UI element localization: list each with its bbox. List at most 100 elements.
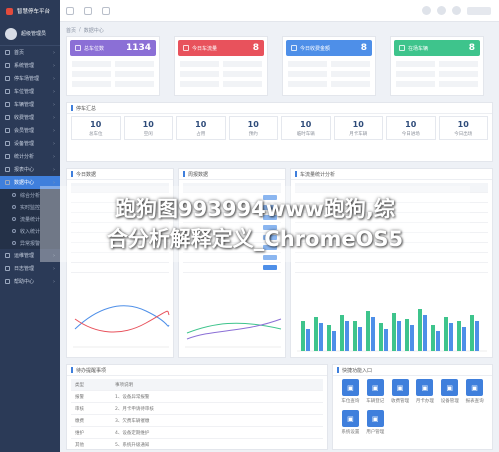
menu-icon <box>5 180 10 185</box>
table-row[interactable]: 缴费 3、欠费车辆催缴 <box>71 415 323 427</box>
quick-action-button[interactable]: ▣ 车位查询 <box>341 379 360 404</box>
table-row[interactable] <box>183 263 281 273</box>
chart-bar <box>431 325 435 351</box>
sidebar-item-label: 运维管理 <box>14 253 35 259</box>
sidebar-item[interactable]: 停车场管理 › <box>0 72 60 85</box>
summary-value: 10 <box>247 119 259 129</box>
table-row[interactable]: 其他 5、系统升级通知 <box>71 439 323 451</box>
stat-detail-line <box>288 81 327 87</box>
summary-cell[interactable]: 10 今日进场 <box>386 116 436 140</box>
summary-cell[interactable]: 10 总车位 <box>71 116 121 140</box>
quick-action-button[interactable]: ▣ 收费管理 <box>391 379 410 404</box>
summary-value: 10 <box>352 119 364 129</box>
chart-bar <box>457 321 461 351</box>
car-icon <box>399 45 405 51</box>
quick-action-label: 车辆登记 <box>366 399 385 404</box>
chart-bar <box>397 321 401 351</box>
stat-detail-line <box>331 71 370 77</box>
quick-action-button[interactable]: ▣ 车辆登记 <box>366 379 385 404</box>
bell-icon[interactable] <box>437 6 446 15</box>
chart-bar <box>332 331 336 351</box>
stat-card[interactable]: 总车位数 1134 <box>66 36 160 96</box>
shortcut-icon: ▣ <box>366 379 384 396</box>
fullscreen-icon[interactable] <box>452 6 461 15</box>
quick-action-label: 系统设置 <box>341 430 360 435</box>
chevron-right-icon: › <box>53 140 55 147</box>
quick-action-button[interactable]: ▣ 月卡办理 <box>416 379 435 404</box>
quick-action-button[interactable]: ▣ 报表查询 <box>465 379 484 404</box>
menu-toggle-icon[interactable] <box>66 7 74 15</box>
sidebar-item[interactable]: 设备管理 › <box>0 137 60 150</box>
search-icon[interactable] <box>422 6 431 15</box>
quick-action-label: 设备管理 <box>440 399 459 404</box>
sidebar-item[interactable]: 车辆管理 › <box>0 98 60 111</box>
sidebar-item[interactable]: 报表中心 › <box>0 163 60 176</box>
sidebar-item[interactable]: 日志管理 › <box>0 262 60 275</box>
user-profile[interactable]: 超级管理员 <box>0 22 60 46</box>
summary-cell[interactable]: 10 临时车辆 <box>281 116 331 140</box>
chart-bar <box>314 317 318 351</box>
chart-bar <box>449 323 453 351</box>
menu-icon <box>5 76 10 81</box>
shortcut-icon: ▣ <box>416 379 434 396</box>
quick-action-button[interactable]: ▣ 设备管理 <box>440 379 459 404</box>
sidebar-subitem-label: 收入统计 <box>20 228 41 235</box>
stat-detail-line <box>439 81 478 87</box>
sidebar-item-label: 统计分析 <box>14 154 35 160</box>
summary-label: 总车位 <box>89 131 103 137</box>
chevron-right-icon: › <box>53 153 55 160</box>
chart-bar <box>405 319 409 351</box>
summary-label: 预约 <box>248 131 258 137</box>
breadcrumb-item[interactable]: 首页 <box>66 27 76 34</box>
stat-detail-line <box>115 61 154 67</box>
stat-value: 8 <box>360 43 367 53</box>
breadcrumb-item[interactable]: 数据中心 <box>84 27 104 34</box>
sidebar-item[interactable]: 车位管理 › <box>0 85 60 98</box>
quick-action-button[interactable]: ▣ 用户管理 <box>366 410 385 435</box>
table-row[interactable] <box>71 263 169 273</box>
sidebar-item[interactable]: 帮助中心 › <box>0 275 60 288</box>
sidebar-item-label: 数据中心 <box>14 180 35 186</box>
todo-text: 4、设备定期维护 <box>115 430 150 436</box>
table-row[interactable]: 报警 1、设备异常报警 <box>71 391 323 403</box>
quick-action-button[interactable]: ▣ 系统设置 <box>341 410 360 435</box>
refresh-icon[interactable] <box>84 7 92 15</box>
table-row[interactable]: 维护 4、设备定期维护 <box>71 427 323 439</box>
menu-icon <box>5 128 10 133</box>
summary-label: 临时车辆 <box>296 131 315 137</box>
chevron-right-icon: › <box>53 127 55 134</box>
stat-value: 8 <box>468 43 475 53</box>
summary-cell[interactable]: 10 预约 <box>228 116 278 140</box>
sidebar-item[interactable]: 统计分析 › <box>0 150 60 163</box>
line-chart <box>185 318 282 348</box>
chart-bar <box>423 315 427 351</box>
stat-detail-line <box>223 81 262 87</box>
summary-cell[interactable]: 10 今日出场 <box>438 116 488 140</box>
summary-cell[interactable]: 10 占用 <box>176 116 226 140</box>
app-logo[interactable]: 智慧停车平台 <box>0 0 60 22</box>
table-row[interactable] <box>295 263 488 273</box>
home-icon[interactable] <box>102 7 110 15</box>
stat-card[interactable]: 今日收费金额 8 <box>282 36 376 96</box>
todo-type: 类型 <box>75 382 84 388</box>
circle-icon <box>12 193 16 197</box>
table-row[interactable]: 审核 2、月卡申请待审核 <box>71 403 323 415</box>
stat-card[interactable]: 今日车流量 8 <box>174 36 268 96</box>
sidebar-item[interactable]: 会员管理 › <box>0 124 60 137</box>
todo-type: 审核 <box>75 406 84 412</box>
stat-detail-line <box>288 61 327 67</box>
chart-bar <box>340 315 344 351</box>
summary-cell[interactable]: 10 空闲 <box>123 116 173 140</box>
sidebar-item[interactable]: 首页 › <box>0 46 60 59</box>
panel-title: 车流量统计分析 <box>291 169 492 180</box>
sidebar-item[interactable]: 系统管理 › <box>0 59 60 72</box>
summary-cell[interactable]: 10 月卡车辆 <box>333 116 383 140</box>
sidebar-item-label: 会员管理 <box>14 128 35 134</box>
sidebar-item[interactable]: 收费管理 › <box>0 111 60 124</box>
stat-detail-line <box>439 71 478 77</box>
stat-card[interactable]: 在场车辆 8 <box>390 36 484 96</box>
circle-icon <box>12 205 16 209</box>
user-menu[interactable] <box>467 6 491 15</box>
stat-detail-line <box>396 81 435 87</box>
stat-label: 今日车流量 <box>192 45 218 52</box>
